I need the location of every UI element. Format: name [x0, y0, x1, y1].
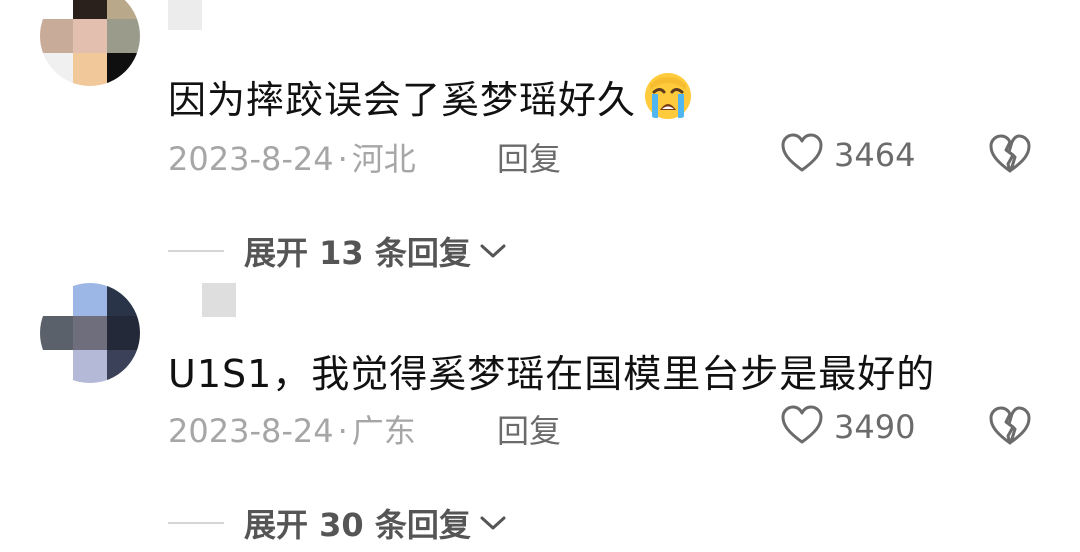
- avatar-pixel: [106, 283, 140, 317]
- reply-button[interactable]: 回复: [497, 406, 561, 452]
- avatar-pixel: [73, 349, 107, 383]
- comment-date: 2023-8-24: [168, 140, 334, 178]
- avatar-pixel: [73, 0, 107, 20]
- avatar-pixel: [40, 283, 74, 317]
- username-pixel: [168, 0, 202, 30]
- avatar[interactable]: [40, 283, 140, 383]
- divider-line: [168, 250, 224, 252]
- comment-body: 因为摔跤误会了奚梦瑶好久: [168, 77, 637, 122]
- expand-replies-label: 展开 13 条回复: [244, 234, 471, 272]
- avatar-pixel: [40, 0, 74, 20]
- avatar[interactable]: [40, 0, 140, 86]
- username-mosaic[interactable]: [202, 283, 236, 317]
- expand-replies-button[interactable]: 展开 30 条回复: [168, 500, 507, 546]
- heart-icon: [780, 405, 824, 449]
- comment-text: U1S1，我觉得奚梦瑶在国模里台步是最好的: [168, 344, 935, 396]
- avatar-pixel: [106, 349, 140, 383]
- comment-list: 因为摔跤误会了奚梦瑶好久 2023-8-24 · 河北 回复 3464 展开 1…: [0, 0, 1080, 552]
- avatar-pixel: [40, 52, 74, 86]
- comment-meta: 2023-8-24 · 广东: [168, 412, 416, 450]
- avatar-pixel: [73, 52, 107, 86]
- comment-body: U1S1，我觉得奚梦瑶在国模里台步是最好的: [168, 351, 936, 396]
- expand-replies-label: 展开 30 条回复: [244, 506, 471, 544]
- avatar-pixel: [40, 19, 74, 53]
- comment-text: 因为摔跤误会了奚梦瑶好久: [168, 70, 694, 122]
- username-mosaic[interactable]: [168, 0, 202, 30]
- comment-meta: 2023-8-24 · 河北: [168, 140, 416, 178]
- divider-line: [168, 522, 224, 524]
- avatar-pixel: [106, 316, 140, 350]
- avatar-pixel: [106, 0, 140, 20]
- avatar-pixel: [40, 349, 74, 383]
- like-button[interactable]: 3490: [780, 405, 915, 449]
- comment-date: 2023-8-24: [168, 412, 334, 450]
- broken-heart-icon: [988, 134, 1032, 178]
- heart-icon: [780, 133, 824, 177]
- avatar-pixel: [106, 52, 140, 86]
- loudly-crying-face-icon: [642, 70, 694, 122]
- chevron-down-icon: [479, 513, 507, 533]
- avatar-pixel: [106, 19, 140, 53]
- avatar-pixel: [40, 316, 74, 350]
- avatar-pixel: [73, 283, 107, 317]
- expand-replies-button[interactable]: 展开 13 条回复: [168, 228, 507, 274]
- avatar-pixel: [73, 316, 107, 350]
- dislike-button[interactable]: [988, 406, 1032, 450]
- broken-heart-icon: [988, 406, 1032, 450]
- dislike-button[interactable]: [988, 134, 1032, 178]
- avatar-pixel: [73, 19, 107, 53]
- username-pixel: [202, 283, 236, 317]
- like-button[interactable]: 3464: [780, 133, 915, 177]
- reply-button[interactable]: 回复: [497, 134, 561, 180]
- comment-location: 河北: [351, 140, 416, 178]
- comment-location: 广东: [351, 412, 416, 450]
- chevron-down-icon: [479, 241, 507, 261]
- like-count: 3464: [834, 136, 916, 174]
- like-count: 3490: [834, 408, 916, 446]
